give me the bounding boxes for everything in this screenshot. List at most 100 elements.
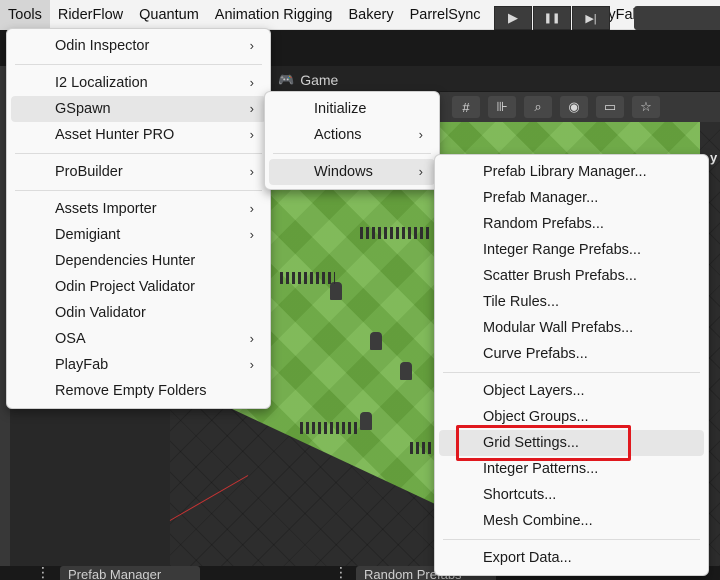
menu-separator (15, 190, 262, 191)
pause-button[interactable]: ❚❚ (533, 6, 571, 30)
menu-item-odin-project-validator[interactable]: Odin Project Validator (11, 274, 266, 300)
menu-item-label: Demigiant (55, 227, 121, 243)
kebab-icon[interactable]: ⋮ (36, 564, 50, 580)
menu-quantum[interactable]: Quantum (131, 0, 207, 30)
menu-item-odin-validator[interactable]: Odin Validator (11, 300, 266, 326)
step-icon: ▶| (585, 12, 597, 25)
menu-item-mesh-combine[interactable]: Mesh Combine... (439, 508, 704, 534)
menu-item-label: I2 Localization (55, 75, 148, 91)
chevron-right-icon: › (249, 164, 254, 179)
chevron-right-icon: › (249, 75, 254, 90)
menu-separator (443, 372, 700, 373)
menu-item-label: Assets Importer (55, 201, 157, 217)
menu-separator (443, 539, 700, 540)
toolbar-dropdown[interactable] (634, 6, 720, 30)
chevron-right-icon: › (249, 357, 254, 372)
menu-item-gspawn[interactable]: GSpawn › (11, 96, 266, 122)
fence (360, 227, 430, 239)
menu-separator (15, 153, 262, 154)
menu-item-label: ProBuilder (55, 164, 123, 180)
menu-bakery[interactable]: Bakery (340, 0, 401, 30)
tab-prefab-manager[interactable]: Prefab Manager (60, 566, 200, 580)
play-icon: ▶ (508, 10, 518, 25)
pause-icon: ❚❚ (543, 12, 561, 24)
main-menubar: Tools RiderFlow Quantum Animation Riggin… (0, 0, 720, 30)
menu-item-label: Asset Hunter PRO (55, 127, 175, 143)
chevron-right-icon: › (249, 127, 254, 142)
menu-item-random-prefabs[interactable]: Random Prefabs... (439, 211, 704, 237)
menu-item-label: OSA (55, 331, 86, 347)
menu-item-object-groups[interactable]: Object Groups... (439, 404, 704, 430)
menu-item-label: PlayFab (55, 357, 109, 373)
scene-corner-label: y (710, 150, 718, 165)
menu-item-shortcuts[interactable]: Shortcuts... (439, 482, 704, 508)
menu-item-grid-settings[interactable]: Grid Settings... (439, 430, 704, 456)
menu-item-dependencies-hunter[interactable]: Dependencies Hunter (11, 248, 266, 274)
tab-game[interactable]: 🎮 Game (278, 70, 338, 90)
search-icon[interactable]: ⌕ (524, 96, 552, 118)
menu-item-modular-wall-prefabs[interactable]: Modular Wall Prefabs... (439, 315, 704, 341)
menu-item-label: Odin Validator (55, 305, 146, 321)
chevron-right-icon: › (418, 127, 423, 142)
gspawn-submenu: Initialize Actions › Windows › (264, 91, 440, 190)
menu-separator (273, 153, 431, 154)
star-icon[interactable]: ☆ (632, 96, 660, 118)
menu-item-label: Odin Inspector (55, 38, 150, 54)
video-icon[interactable]: ▭ (596, 96, 624, 118)
gamepad-icon: 🎮 (278, 72, 295, 87)
chevron-right-icon: › (249, 101, 254, 116)
menu-item-integer-patterns[interactable]: Integer Patterns... (439, 456, 704, 482)
menu-item-i2-localization[interactable]: I2 Localization › (11, 70, 266, 96)
scene-toolbar: # ⊪ ⌕ ◉ ▭ ☆ (440, 92, 720, 122)
menu-item-label: Windows (314, 164, 373, 180)
grid-snap-icon[interactable]: # (452, 96, 480, 118)
menu-item-assets-importer[interactable]: Assets Importer › (11, 196, 266, 222)
gravestone (400, 362, 412, 380)
menu-item-integer-range-prefabs[interactable]: Integer Range Prefabs... (439, 237, 704, 263)
menu-item-label: Odin Project Validator (55, 279, 195, 295)
menu-item-tile-rules[interactable]: Tile Rules... (439, 289, 704, 315)
menu-item-prefab-library-manager[interactable]: Prefab Library Manager... (439, 159, 704, 185)
menu-parrelsync[interactable]: ParrelSync (402, 0, 489, 30)
play-controls: ▶ ❚❚ ▶| (494, 6, 612, 30)
camera-icon[interactable]: ◉ (560, 96, 588, 118)
menu-item-label: Actions (314, 127, 362, 143)
menu-item-probuilder[interactable]: ProBuilder › (11, 159, 266, 185)
chevron-right-icon: › (418, 164, 423, 179)
play-button[interactable]: ▶ (494, 6, 532, 30)
gravestone (360, 412, 372, 430)
menu-item-object-layers[interactable]: Object Layers... (439, 378, 704, 404)
tools-menu: Odin Inspector › I2 Localization › GSpawn ›… (6, 28, 271, 409)
menu-item-remove-empty-folders[interactable]: Remove Empty Folders (11, 378, 266, 404)
gravestone (370, 332, 382, 350)
menu-item-prefab-manager[interactable]: Prefab Manager... (439, 185, 704, 211)
menu-item-playfab[interactable]: PlayFab › (11, 352, 266, 378)
chevron-right-icon: › (249, 331, 254, 346)
fence (280, 272, 335, 284)
tab-game-label: Game (300, 72, 339, 88)
menu-riderflow[interactable]: RiderFlow (50, 0, 131, 30)
fence (300, 422, 360, 434)
menu-item-curve-prefabs[interactable]: Curve Prefabs... (439, 341, 704, 367)
step-button[interactable]: ▶| (572, 6, 610, 30)
menu-item-label: Initialize (314, 101, 367, 117)
menu-item-osa[interactable]: OSA › (11, 326, 266, 352)
kebab-icon[interactable]: ⋮ (334, 564, 348, 580)
chevron-right-icon: › (249, 38, 254, 53)
menu-item-demigiant[interactable]: Demigiant › (11, 222, 266, 248)
menu-animation-rigging[interactable]: Animation Rigging (207, 0, 341, 30)
chevron-right-icon: › (249, 227, 254, 242)
ruler-icon[interactable]: ⊪ (488, 96, 516, 118)
menu-item-label: Dependencies Hunter (55, 253, 196, 269)
gravestone (330, 282, 342, 300)
menu-item-initialize[interactable]: Initialize (269, 96, 435, 122)
menu-item-scatter-brush-prefabs[interactable]: Scatter Brush Prefabs... (439, 263, 704, 289)
menu-item-asset-hunter-pro[interactable]: Asset Hunter PRO › (11, 122, 266, 148)
menu-item-export-data[interactable]: Export Data... (439, 545, 704, 571)
menu-item-actions[interactable]: Actions › (269, 122, 435, 148)
menu-separator (15, 64, 262, 65)
chevron-right-icon: › (249, 201, 254, 216)
menu-item-windows[interactable]: Windows › (269, 159, 435, 185)
menu-item-odin-inspector[interactable]: Odin Inspector › (11, 33, 266, 59)
menu-tools[interactable]: Tools (0, 0, 50, 30)
